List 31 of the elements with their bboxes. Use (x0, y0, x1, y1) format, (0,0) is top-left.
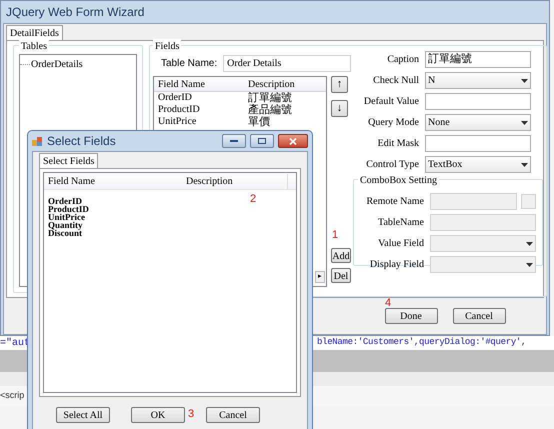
field-label: Edit Mask (376, 137, 419, 151)
table-name-label: Table Name: (161, 57, 218, 71)
code-text: ="aut (0, 336, 32, 350)
table-cell-text: 訂單編號 (247, 92, 293, 104)
field-label: TableName (377, 216, 424, 230)
annotation-number: 2 (250, 194, 256, 205)
table-cell-text: UnitPrice (157, 116, 198, 128)
column-header: Field Name (157, 78, 206, 92)
group-title: ComboBox Setting (358, 173, 439, 188)
field-label: Control Type (365, 158, 419, 172)
code-text: <scrip (0, 389, 24, 402)
field-label: Caption (386, 53, 419, 67)
window-title: JQuery Web Form Wizard (6, 4, 144, 21)
code-text: bleName:'Customers',queryDialog:'#query', (317, 336, 526, 350)
field-label: Remote Name (366, 195, 424, 209)
table-cell-text: ProductID (157, 104, 201, 116)
field-label: Display Field (368, 258, 424, 272)
annotation-number: 1 (332, 230, 338, 241)
dialog-title: Select Fields (47, 133, 116, 150)
table-cell-text: OrderID (157, 92, 193, 104)
field-label: Check Null (372, 74, 419, 88)
table-cell-text: 產品編號 (247, 104, 293, 116)
field-label: Value Field (377, 237, 424, 251)
field-label: Default Value (362, 95, 419, 109)
table-cell-text: 單價 (247, 116, 271, 128)
column-header: Description (182, 174, 288, 188)
annotation-number: 4 (385, 298, 392, 309)
column-header: Field Name (47, 174, 96, 188)
field-label: Query Mode (367, 116, 419, 130)
column-header: Description (247, 78, 296, 92)
annotation-number: 3 (188, 409, 194, 420)
